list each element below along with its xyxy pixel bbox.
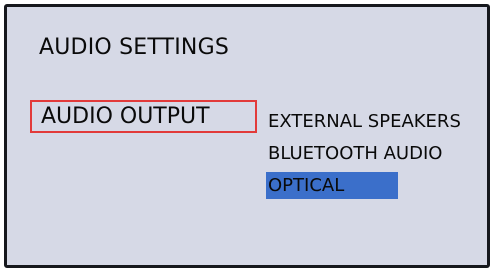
page-title: AUDIO SETTINGS [39, 35, 230, 60]
option-optical[interactable]: OPTICAL [266, 172, 398, 199]
audio-output-setting[interactable]: AUDIO OUTPUT [30, 100, 257, 133]
settings-screen: AUDIO SETTINGS AUDIO OUTPUT EXTERNAL SPE… [4, 4, 490, 268]
option-external-speakers[interactable]: EXTERNAL SPEAKERS [266, 108, 461, 135]
option-bluetooth-audio[interactable]: BLUETOOTH AUDIO [266, 140, 442, 167]
